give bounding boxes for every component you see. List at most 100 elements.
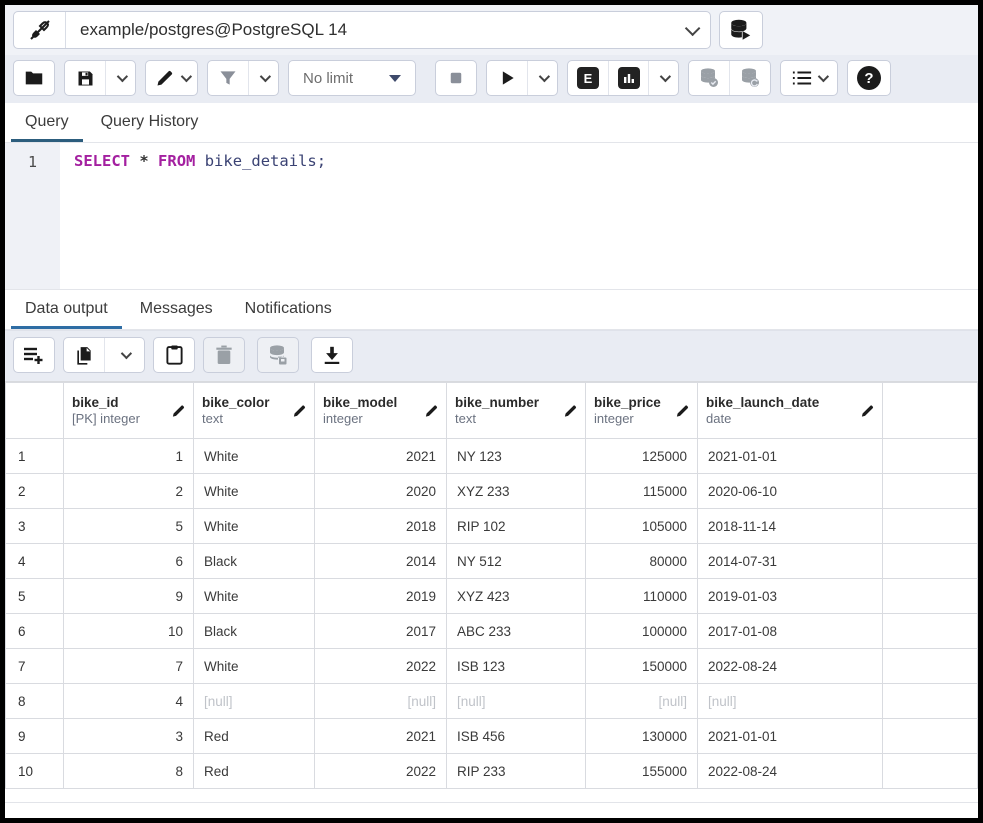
cell-bike_price[interactable]: 155000	[586, 754, 698, 789]
add-row-button[interactable]	[13, 337, 55, 373]
edit-column-pencil-icon[interactable]	[292, 403, 307, 418]
cell-bike_number[interactable]: [null]	[447, 684, 586, 719]
cell-bike_launch_date[interactable]: 2018-11-14	[698, 509, 883, 544]
cell-bike_id[interactable]: 10	[64, 614, 194, 649]
cell-bike_number[interactable]: XYZ 233	[447, 474, 586, 509]
cell-bike_model[interactable]: 2021	[315, 719, 447, 754]
explain-menu-button[interactable]	[648, 61, 678, 95]
cell-bike_color[interactable]: White	[194, 439, 315, 474]
cell-bike_color[interactable]: Red	[194, 719, 315, 754]
cell-bike_number[interactable]: ISB 123	[447, 649, 586, 684]
cell-bike_id[interactable]: 9	[64, 579, 194, 614]
edit-column-pencil-icon[interactable]	[675, 403, 690, 418]
cell-bike_color[interactable]: Black	[194, 544, 315, 579]
connection-select[interactable]: example/postgres@PostgreSQL 14	[66, 12, 710, 48]
delete-row-button[interactable]	[203, 337, 245, 373]
row-number-cell[interactable]: 6	[6, 614, 64, 649]
tab-query[interactable]: Query	[11, 103, 83, 142]
save-button[interactable]	[65, 61, 105, 95]
explain-analyze-button[interactable]	[608, 61, 648, 95]
save-menu-button[interactable]	[105, 61, 135, 95]
tab-query-history[interactable]: Query History	[87, 103, 213, 142]
cell-bike_launch_date[interactable]: 2017-01-08	[698, 614, 883, 649]
copy-button[interactable]	[64, 338, 104, 372]
commit-button[interactable]	[689, 61, 729, 95]
cell-bike_color[interactable]: White	[194, 649, 315, 684]
row-number-cell[interactable]: 9	[6, 719, 64, 754]
cell-bike_launch_date[interactable]: [null]	[698, 684, 883, 719]
cell-bike_color[interactable]: White	[194, 579, 315, 614]
row-number-cell[interactable]: 5	[6, 579, 64, 614]
cell-bike_model[interactable]: 2019	[315, 579, 447, 614]
column-header-bike_price[interactable]: bike_priceinteger	[586, 383, 698, 439]
cell-bike_launch_date[interactable]: 2022-08-24	[698, 754, 883, 789]
cell-bike_model[interactable]: 2014	[315, 544, 447, 579]
row-number-cell[interactable]: 4	[6, 544, 64, 579]
cell-bike_number[interactable]: NY 123	[447, 439, 586, 474]
cell-bike_launch_date[interactable]: 2022-08-24	[698, 649, 883, 684]
edit-column-pencil-icon[interactable]	[171, 403, 186, 418]
cell-bike_launch_date[interactable]: 2021-01-01	[698, 439, 883, 474]
sql-code-line[interactable]: SELECT * FROM bike_details;	[60, 143, 978, 289]
tab-messages[interactable]: Messages	[126, 290, 227, 329]
cell-bike_price[interactable]: 125000	[586, 439, 698, 474]
sql-editor[interactable]: 1 SELECT * FROM bike_details;	[5, 143, 978, 289]
column-header-bike_model[interactable]: bike_modelinteger	[315, 383, 447, 439]
cell-bike_price[interactable]: 100000	[586, 614, 698, 649]
cell-bike_price[interactable]: [null]	[586, 684, 698, 719]
cell-bike_number[interactable]: ABC 233	[447, 614, 586, 649]
cell-bike_color[interactable]: Black	[194, 614, 315, 649]
row-number-cell[interactable]: 7	[6, 649, 64, 684]
row-number-cell[interactable]: 2	[6, 474, 64, 509]
execute-menu-button[interactable]	[527, 61, 557, 95]
cell-bike_id[interactable]: 8	[64, 754, 194, 789]
cell-bike_model[interactable]: [null]	[315, 684, 447, 719]
edit-column-pencil-icon[interactable]	[424, 403, 439, 418]
tab-notifications[interactable]: Notifications	[231, 290, 346, 329]
cell-bike_launch_date[interactable]: 2014-07-31	[698, 544, 883, 579]
cell-bike_color[interactable]: Red	[194, 754, 315, 789]
row-number-cell[interactable]: 10	[6, 754, 64, 789]
row-number-cell[interactable]: 1	[6, 439, 64, 474]
cell-bike_model[interactable]: 2020	[315, 474, 447, 509]
rollback-button[interactable]	[729, 61, 770, 95]
cell-bike_id[interactable]: 5	[64, 509, 194, 544]
cell-bike_price[interactable]: 105000	[586, 509, 698, 544]
row-number-cell[interactable]: 3	[6, 509, 64, 544]
limit-select[interactable]: No limit	[288, 60, 416, 96]
paste-button[interactable]	[153, 337, 195, 373]
edit-button[interactable]	[146, 61, 197, 95]
cell-bike_id[interactable]: 3	[64, 719, 194, 754]
edit-column-pencil-icon[interactable]	[563, 403, 578, 418]
cell-bike_launch_date[interactable]: 2020-06-10	[698, 474, 883, 509]
cell-bike_price[interactable]: 80000	[586, 544, 698, 579]
cell-bike_model[interactable]: 2017	[315, 614, 447, 649]
tab-data-output[interactable]: Data output	[11, 290, 122, 329]
cell-bike_number[interactable]: ISB 456	[447, 719, 586, 754]
cell-bike_number[interactable]: RIP 233	[447, 754, 586, 789]
column-header-bike_number[interactable]: bike_numbertext	[447, 383, 586, 439]
cell-bike_id[interactable]: 7	[64, 649, 194, 684]
edit-column-pencil-icon[interactable]	[860, 403, 875, 418]
cell-bike_launch_date[interactable]: 2019-01-03	[698, 579, 883, 614]
cell-bike_model[interactable]: 2022	[315, 754, 447, 789]
column-header-bike_id[interactable]: bike_id[PK] integer	[64, 383, 194, 439]
cell-bike_number[interactable]: RIP 102	[447, 509, 586, 544]
open-file-button[interactable]	[14, 61, 54, 95]
cell-bike_number[interactable]: NY 512	[447, 544, 586, 579]
stop-button[interactable]	[436, 61, 476, 95]
save-data-changes-button[interactable]	[257, 337, 299, 373]
download-button[interactable]	[311, 337, 353, 373]
cell-bike_model[interactable]: 2018	[315, 509, 447, 544]
cell-bike_color[interactable]: White	[194, 474, 315, 509]
cell-bike_price[interactable]: 130000	[586, 719, 698, 754]
cell-bike_id[interactable]: 4	[64, 684, 194, 719]
explain-button[interactable]: E	[568, 61, 608, 95]
cell-bike_launch_date[interactable]: 2021-01-01	[698, 719, 883, 754]
row-number-cell[interactable]: 8	[6, 684, 64, 719]
cell-bike_color[interactable]: White	[194, 509, 315, 544]
cell-bike_id[interactable]: 6	[64, 544, 194, 579]
cell-bike_price[interactable]: 110000	[586, 579, 698, 614]
cell-bike_model[interactable]: 2021	[315, 439, 447, 474]
filter-menu-button[interactable]	[248, 61, 278, 95]
